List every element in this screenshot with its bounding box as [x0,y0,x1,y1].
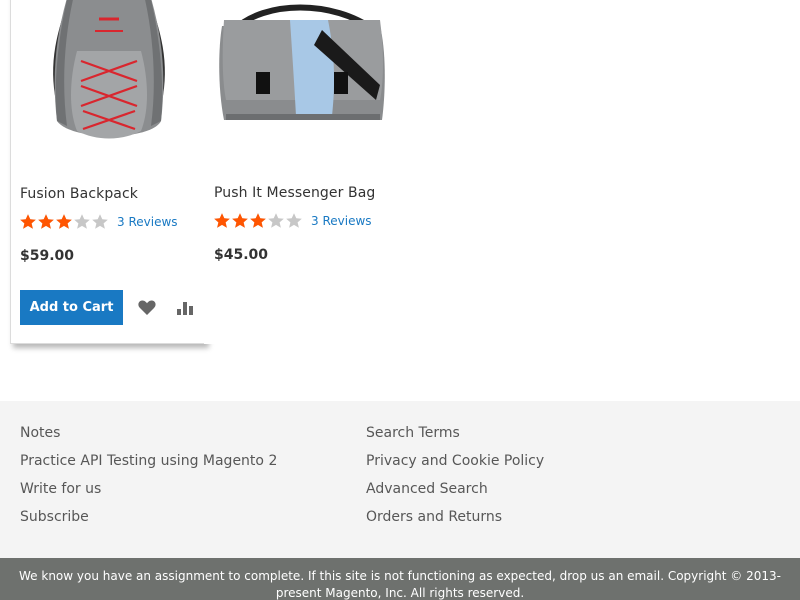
footer-links-right: Search Terms Privacy and Cookie Policy A… [366,419,544,531]
product-actions: Add to Cart [20,290,199,325]
star-icon [214,213,230,228]
product-name[interactable]: Push It Messenger Bag [214,185,375,201]
page: Fusion Backpack 3 Reviews $59.00 Add to … [0,0,800,600]
footer-link-advanced-search[interactable]: Advanced Search [366,475,544,503]
copyright-bar: We know you have an assignment to comple… [0,558,800,600]
product-grid: Fusion Backpack 3 Reviews $59.00 Add to … [0,0,800,400]
rating-stars [19,213,109,231]
messenger-bag-image[interactable] [204,0,400,160]
add-to-cart-button[interactable]: Add to Cart [20,290,123,325]
star-icon [38,214,54,229]
copyright-text: We know you have an assignment to comple… [19,569,781,600]
rating-stars [213,212,303,230]
star-icon [286,213,302,228]
bar-chart-icon[interactable] [171,294,199,322]
reviews-link[interactable]: 3 Reviews [117,215,178,229]
footer-links-left: Notes Practice API Testing using Magento… [20,419,277,531]
star-icon [56,214,72,229]
footer-link-subscribe[interactable]: Subscribe [20,503,277,531]
footer-link-privacy[interactable]: Privacy and Cookie Policy [366,447,544,475]
product-item-fusion-backpack[interactable]: Fusion Backpack 3 Reviews $59.00 Add to … [10,0,206,344]
product-item-push-it-messenger-bag[interactable]: Push It Messenger Bag 3 Reviews $45.00 [204,0,400,344]
backpack-image[interactable] [11,0,207,161]
footer-link-search-terms[interactable]: Search Terms [366,419,544,447]
footer-link-write-for-us[interactable]: Write for us [20,475,277,503]
reviews-link[interactable]: 3 Reviews [311,214,372,228]
rating-summary: 3 Reviews [19,213,178,231]
footer-link-practice-api[interactable]: Practice API Testing using Magento 2 [20,447,277,475]
star-icon [74,214,90,229]
star-icon [92,214,108,229]
star-icon [232,213,248,228]
product-name[interactable]: Fusion Backpack [20,186,138,202]
footer-link-orders-returns[interactable]: Orders and Returns [366,503,544,531]
product-price: $59.00 [20,248,75,264]
star-icon [20,214,36,229]
star-icon [250,213,266,228]
page-footer: Notes Practice API Testing using Magento… [0,401,800,558]
rating-summary: 3 Reviews [213,212,372,230]
product-price: $45.00 [214,247,269,263]
footer-link-notes[interactable]: Notes [20,419,277,447]
heart-icon[interactable] [133,294,161,322]
star-icon [268,213,284,228]
